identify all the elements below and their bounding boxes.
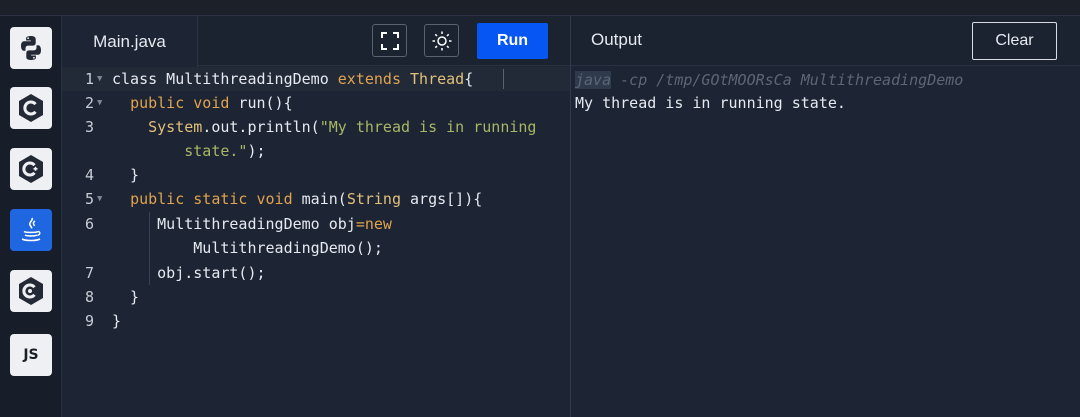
code-line: 3 System.out.println("My thread is in ru… (62, 115, 570, 139)
code-line: 2 ▼ public void run(){ (62, 91, 570, 115)
cpp-icon (19, 155, 43, 183)
java-language-button[interactable] (10, 209, 52, 251)
code-text: MultithreadingDemo(); (112, 239, 383, 257)
code-editor[interactable]: 1 ▼ class MultithreadingDemo extends Thr… (62, 67, 570, 417)
code-line: 7 obj.start(); (62, 261, 570, 285)
line-number: 9 (84, 312, 94, 330)
code-text: state."); (112, 142, 266, 160)
code-text: class MultithreadingDemo extends Thread{ (112, 70, 474, 88)
fullscreen-button[interactable] (372, 24, 407, 57)
javascript-language-button[interactable]: JS (10, 334, 52, 376)
run-button[interactable]: Run (477, 23, 548, 59)
code-text: public static void main(String args[]){ (130, 190, 483, 208)
code-line: 9 } (62, 309, 570, 333)
output-console: java -cp /tmp/GOtMOORsCa MultithreadingD… (571, 67, 1080, 417)
sun-icon (432, 31, 451, 50)
clear-button[interactable]: Clear (972, 22, 1057, 60)
text-cursor (503, 69, 504, 89)
python-language-button[interactable] (10, 27, 52, 69)
command-prefix: java (575, 71, 612, 89)
code-text: System.out.println("My thread is in runn… (148, 118, 537, 136)
output-toolbar: Output Clear (571, 16, 1080, 66)
fold-arrow-icon[interactable]: ▼ (97, 187, 102, 211)
code-text: obj.start(); (112, 264, 266, 282)
file-tab-main-java[interactable]: Main.java (62, 16, 198, 67)
code-text: } (112, 288, 140, 306)
code-text: } (112, 312, 122, 330)
fold-arrow-icon[interactable]: ▼ (97, 67, 102, 91)
line-number: 5 (84, 190, 94, 208)
js-label: JS (23, 347, 39, 363)
code-line: 4 } (62, 163, 570, 187)
cpp-language-button[interactable] (10, 148, 52, 190)
code-line: 1 ▼ class MultithreadingDemo extends Thr… (62, 67, 570, 91)
theme-toggle-button[interactable] (424, 24, 459, 57)
line-number: 4 (84, 166, 94, 184)
fullscreen-icon (380, 31, 399, 50)
language-sidebar: JS (0, 16, 62, 417)
csharp-language-button[interactable] (10, 270, 52, 312)
c-language-button[interactable] (10, 87, 52, 129)
code-text: MultithreadingDemo obj=new (112, 215, 392, 233)
code-line-wrapped: state."); (62, 139, 570, 163)
code-line: 6 MultithreadingDemo obj=new (62, 212, 570, 236)
line-number: 2 (84, 94, 94, 112)
code-line: 5 ▼ public static void main(String args[… (62, 187, 570, 211)
editor-toolbar: Main.java Run (62, 16, 570, 67)
run-command: java -cp /tmp/GOtMOORsCa MultithreadingD… (575, 69, 963, 91)
line-number: 7 (84, 264, 94, 282)
python-icon (21, 36, 41, 60)
fold-arrow-icon[interactable]: ▼ (97, 91, 102, 115)
top-bar (0, 0, 1080, 15)
c-icon (19, 94, 43, 122)
code-line-wrapped: MultithreadingDemo(); (62, 236, 570, 260)
line-number: 3 (84, 118, 94, 136)
csharp-icon (19, 277, 43, 305)
line-number: 8 (84, 288, 94, 306)
output-title: Output (591, 30, 643, 49)
java-icon (21, 217, 41, 242)
indent-guide (149, 212, 150, 285)
command-args: -cp /tmp/GOtMOORsCa MultithreadingDemo (611, 71, 964, 89)
code-text: } (112, 166, 140, 184)
line-number: 6 (84, 215, 94, 233)
output-result: My thread is in running state. (575, 94, 846, 112)
code-line: 8 } (62, 285, 570, 309)
code-text: public void run(){ (130, 94, 293, 112)
line-number: 1 (84, 70, 94, 88)
